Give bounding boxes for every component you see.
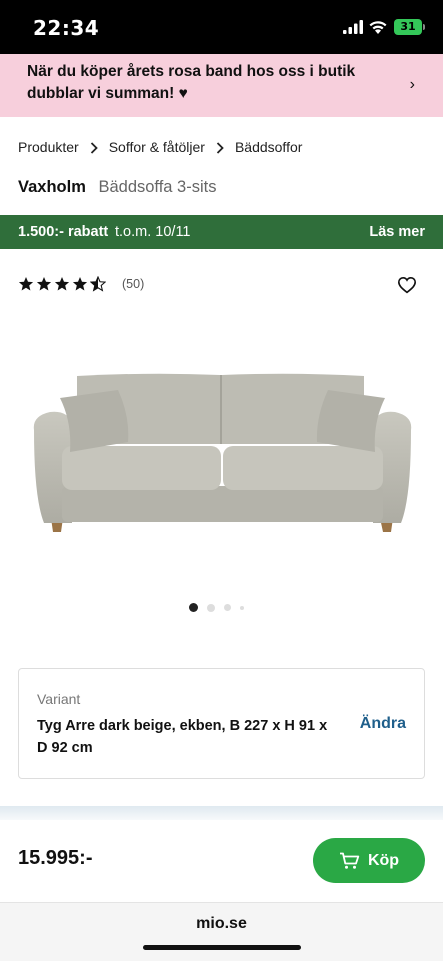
rating[interactable]: (50) bbox=[18, 276, 144, 292]
section-divider bbox=[0, 806, 443, 820]
home-indicator[interactable] bbox=[143, 945, 301, 950]
battery-icon: 31 bbox=[394, 19, 422, 35]
change-variant-button[interactable]: Ändra bbox=[360, 715, 406, 733]
read-more-link[interactable]: Läs mer bbox=[369, 224, 425, 240]
breadcrumb-item-produkter[interactable]: Produkter bbox=[18, 139, 79, 155]
pagination-dot[interactable] bbox=[240, 605, 244, 610]
battery-tip bbox=[423, 24, 425, 30]
pagination-dot[interactable] bbox=[224, 604, 231, 611]
breadcrumb-item-baddsoffor[interactable]: Bäddsoffor bbox=[235, 139, 302, 155]
star-icon bbox=[36, 277, 52, 291]
review-count: (50) bbox=[122, 277, 145, 291]
buy-button-label: Köp bbox=[367, 851, 400, 869]
variant-label: Variant bbox=[37, 691, 81, 707]
product-image[interactable] bbox=[30, 358, 415, 538]
discount-until: t.o.m. 10/11 bbox=[115, 224, 191, 240]
buy-button[interactable]: Köp bbox=[313, 838, 425, 883]
promo-text: När du köper årets rosa band hos oss i b… bbox=[27, 63, 356, 102]
star-icon bbox=[72, 277, 88, 291]
browser-url-bar[interactable]: mio.se bbox=[0, 902, 443, 961]
url-text: mio.se bbox=[196, 915, 247, 932]
pagination-dot-active[interactable] bbox=[189, 603, 198, 612]
product-brand: Vaxholm bbox=[18, 178, 86, 196]
battery-level: 31 bbox=[400, 20, 416, 33]
half-star-icon bbox=[90, 276, 106, 292]
gallery-pagination[interactable] bbox=[189, 603, 253, 612]
clock: 22:34 bbox=[33, 16, 100, 40]
star-icon bbox=[54, 277, 70, 291]
status-bar: 22:34 31 bbox=[0, 0, 443, 54]
heart-icon[interactable] bbox=[397, 276, 417, 294]
promo-banner[interactable]: När du köper årets rosa band hos oss i b… bbox=[0, 54, 443, 117]
chevron-right-icon: › bbox=[409, 76, 415, 93]
wifi-icon bbox=[369, 21, 387, 34]
chevron-right-icon bbox=[79, 139, 109, 155]
pagination-dot[interactable] bbox=[207, 603, 215, 612]
price: 15.995:- bbox=[18, 847, 93, 869]
product-name: Bäddsoffa 3-sits bbox=[98, 178, 217, 196]
variant-card: Variant Tyg Arre dark beige, ekben, B 22… bbox=[18, 668, 425, 779]
chevron-right-icon bbox=[205, 139, 235, 155]
breadcrumb: Produkter Soffor & fåtöljer Bäddsoffor bbox=[18, 137, 302, 157]
discount-amount: 1.500:- rabatt bbox=[18, 224, 109, 240]
breadcrumb-item-soffor[interactable]: Soffor & fåtöljer bbox=[109, 139, 205, 155]
star-icon bbox=[18, 277, 34, 291]
variant-value: Tyg Arre dark beige, ekben, B 227 x H 91… bbox=[37, 718, 328, 756]
cellular-signal-icon bbox=[343, 20, 363, 34]
product-title: Vaxholm Bäddsoffa 3-sits bbox=[18, 178, 216, 197]
cart-icon bbox=[339, 852, 360, 869]
discount-bar: 1.500:- rabatt t.o.m. 10/11 Läs mer bbox=[0, 215, 443, 249]
